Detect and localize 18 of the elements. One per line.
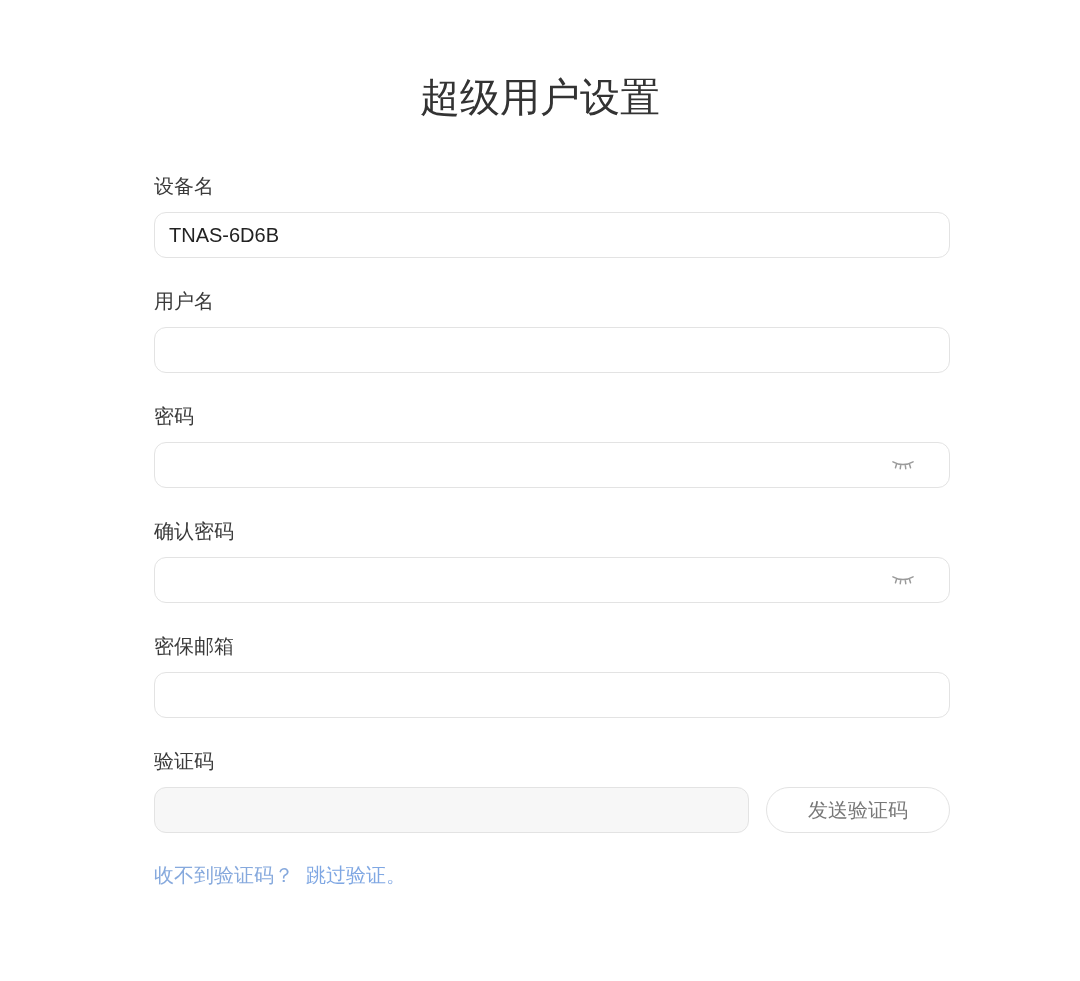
field-label: 密保邮箱	[154, 634, 234, 658]
input-field[interactable]	[154, 327, 950, 373]
field-label: 密码	[154, 404, 194, 428]
field-label: 用户名	[154, 289, 214, 313]
page-title: 超级用户设置	[420, 74, 660, 121]
password-field[interactable]	[154, 557, 950, 603]
field-label: 验证码	[154, 749, 214, 773]
skip-verification-link[interactable]: 跳过验证。	[306, 862, 406, 888]
help-text: 收不到验证码？	[154, 863, 294, 888]
field-label: 设备名	[154, 174, 214, 198]
input-field[interactable]	[154, 672, 950, 718]
send-code-button[interactable]: 发送验证码	[766, 787, 950, 833]
field-label: 确认密码	[154, 519, 234, 543]
input-field[interactable]: TNAS-6D6B	[154, 212, 950, 258]
closed-eye-icon[interactable]	[892, 575, 914, 585]
password-field[interactable]	[154, 442, 950, 488]
closed-eye-icon[interactable]	[892, 460, 914, 470]
code-field[interactable]	[154, 787, 749, 833]
